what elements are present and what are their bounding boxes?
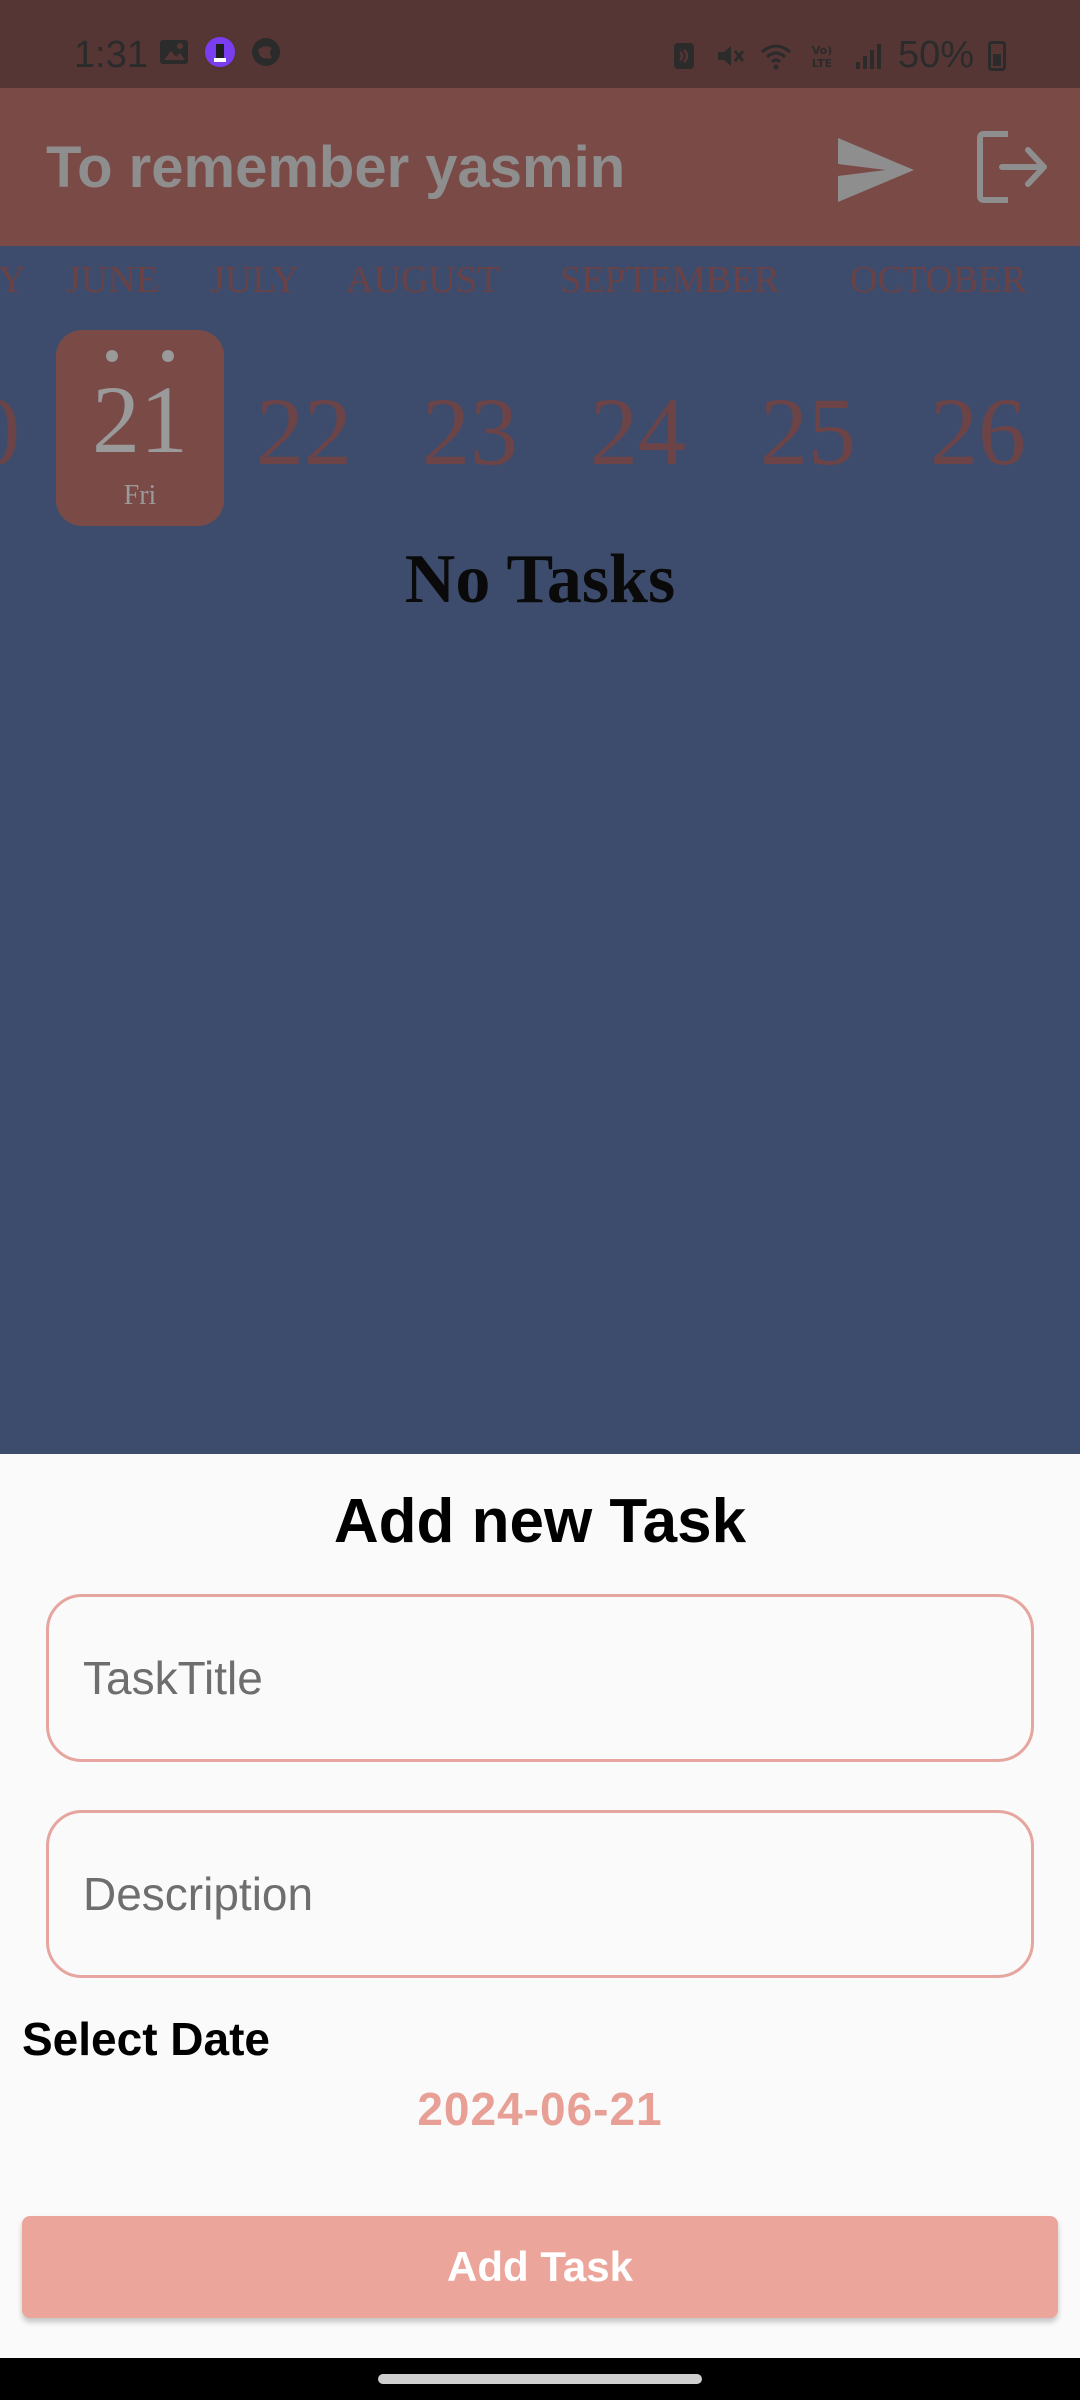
app-title: To remember yasmin <box>46 135 626 200</box>
add-task-sheet: Add new Task Select Date 2024-06-21 Add … <box>0 1454 1080 2358</box>
svg-text:LTE: LTE <box>812 57 832 70</box>
app-bar: To remember yasmin <box>0 88 1080 246</box>
svg-text:Vo): Vo) <box>812 44 833 57</box>
logout-icon[interactable] <box>974 128 1050 206</box>
month-item[interactable]: AUGUST <box>346 258 500 302</box>
status-bar: 1:31 Vo) LTE 50% <box>0 0 1080 88</box>
signal-icon <box>855 43 881 69</box>
browser-icon <box>252 38 280 66</box>
send-icon[interactable] <box>836 134 916 206</box>
description-input[interactable] <box>81 1866 1031 1922</box>
selected-day-number: 21 <box>92 366 188 473</box>
month-item[interactable]: JUNE <box>66 258 159 302</box>
gallery-icon <box>160 40 188 64</box>
sheet-title: Add new Task <box>333 1487 747 1556</box>
nfc-icon <box>673 42 694 69</box>
selected-day-weekday: Fri <box>123 480 157 511</box>
battery-percent: 50% <box>897 34 974 76</box>
volte-icon: Vo) LTE <box>812 44 833 70</box>
day-item[interactable]: 0 <box>0 376 20 487</box>
month-item[interactable]: OCTOBER <box>850 258 1027 302</box>
day-item[interactable]: 25 <box>760 376 856 487</box>
add-task-button[interactable]: Add Task <box>22 2216 1058 2318</box>
day-selector: 0 21 Fri 22 23 24 25 26 <box>0 326 1080 532</box>
selected-dot <box>106 350 118 362</box>
month-item[interactable]: SEPTEMBER <box>560 258 780 302</box>
empty-state-text: No Tasks <box>404 541 676 618</box>
day-item[interactable]: 23 <box>422 376 518 487</box>
day-item[interactable]: 24 <box>590 376 686 487</box>
month-selector: Y JUNE JULY AUGUST SEPTEMBER OCTOBER <box>0 258 1080 310</box>
status-time: 1:31 <box>74 34 148 76</box>
month-item[interactable]: JULY <box>210 258 299 302</box>
selected-dot <box>162 350 174 362</box>
status-icons-right: Vo) LTE 50% <box>668 34 1006 77</box>
description-field[interactable] <box>46 1810 1034 1978</box>
home-indicator[interactable] <box>378 2374 702 2384</box>
day-item-selected[interactable]: 21 Fri <box>56 330 224 526</box>
app-badge-icon <box>205 37 235 67</box>
mute-icon <box>717 45 745 66</box>
battery-icon <box>988 40 1006 71</box>
day-item[interactable]: 22 <box>256 376 352 487</box>
task-title-field[interactable] <box>46 1594 1034 1762</box>
wifi-icon <box>760 44 791 69</box>
selected-date-value[interactable]: 2024-06-21 <box>0 2082 1080 2136</box>
status-icons-left <box>158 36 282 68</box>
day-item[interactable]: 26 <box>930 376 1026 487</box>
month-item[interactable]: Y <box>0 258 25 302</box>
navigation-bar <box>0 2358 1080 2400</box>
select-date-label: Select Date <box>22 2013 271 2065</box>
task-title-input[interactable] <box>81 1650 1031 1706</box>
